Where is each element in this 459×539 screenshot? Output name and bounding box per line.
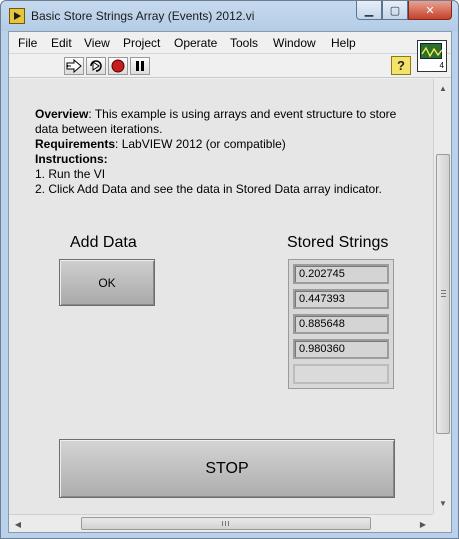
instruction-step-1: 1. Run the VI bbox=[35, 167, 106, 181]
pause-button[interactable] bbox=[130, 57, 150, 75]
array-element[interactable]: 0.980360 bbox=[293, 339, 389, 359]
menu-operate[interactable]: Operate bbox=[174, 36, 217, 50]
add-data-label: Add Data bbox=[70, 234, 137, 251]
window-title: Basic Store Strings Array (Events) 2012.… bbox=[31, 9, 255, 23]
scroll-down-arrow-icon[interactable]: ▼ bbox=[435, 495, 451, 511]
caption-buttons: ▁ ▢ ✕ bbox=[356, 1, 452, 21]
labview-window: Basic Store Strings Array (Events) 2012.… bbox=[0, 0, 459, 539]
vertical-scrollbar[interactable]: ▲ ▼ bbox=[433, 79, 451, 514]
front-panel: Overview: This example is using arrays a… bbox=[9, 79, 433, 514]
overview-label: Overview bbox=[35, 107, 89, 121]
run-button[interactable] bbox=[64, 57, 84, 75]
add-data-ok-button[interactable]: OK bbox=[59, 259, 155, 306]
run-continuously-icon bbox=[90, 60, 102, 72]
requirements-text: : LabVIEW 2012 (or compatible) bbox=[115, 137, 286, 151]
stop-button[interactable]: STOP bbox=[59, 439, 395, 498]
scroll-grip-icon bbox=[441, 290, 446, 297]
instructions-text: Overview: This example is using arrays a… bbox=[35, 107, 415, 197]
horizontal-scrollbar[interactable]: ◀ ▶ bbox=[9, 514, 433, 532]
close-button[interactable]: ✕ bbox=[408, 1, 452, 20]
scroll-left-arrow-icon[interactable]: ◀ bbox=[10, 516, 26, 532]
menu-tools[interactable]: Tools bbox=[230, 36, 258, 50]
overview-text: : This example is using arrays and event… bbox=[35, 107, 397, 136]
client-area: File Edit View Project Operate Tools Win… bbox=[8, 31, 452, 533]
array-element[interactable]: 0.447393 bbox=[293, 289, 389, 309]
labview-vi-icon bbox=[9, 8, 25, 24]
title-bar[interactable]: Basic Store Strings Array (Events) 2012.… bbox=[1, 1, 458, 31]
scroll-up-arrow-icon[interactable]: ▲ bbox=[435, 80, 451, 96]
context-help-button[interactable]: ? bbox=[391, 56, 411, 75]
scrollbar-corner bbox=[433, 514, 451, 532]
menu-edit[interactable]: Edit bbox=[51, 36, 72, 50]
array-element-empty[interactable] bbox=[293, 364, 389, 384]
maximize-button[interactable]: ▢ bbox=[382, 1, 408, 20]
abort-button[interactable] bbox=[108, 57, 128, 75]
array-element[interactable]: 0.885648 bbox=[293, 314, 389, 334]
run-continuously-button[interactable] bbox=[86, 57, 106, 75]
instructions-label: Instructions bbox=[35, 152, 104, 166]
instruction-step-2: 2. Click Add Data and see the data in St… bbox=[35, 182, 382, 196]
vi-icon-pane[interactable]: 4 bbox=[417, 40, 447, 72]
stored-strings-label: Stored Strings bbox=[287, 234, 389, 251]
stored-strings-array[interactable]: 0.202745 0.447393 0.885648 0.980360 bbox=[288, 259, 394, 389]
menu-view[interactable]: View bbox=[84, 36, 110, 50]
requirements-label: Requirements bbox=[35, 137, 116, 151]
connector-pane-number: 4 bbox=[439, 61, 444, 70]
abort-stop-icon bbox=[111, 59, 125, 73]
scroll-right-arrow-icon[interactable]: ▶ bbox=[415, 516, 431, 532]
menu-file[interactable]: File bbox=[18, 36, 37, 50]
vi-waveform-icon bbox=[420, 43, 443, 59]
toolbar: ? 4 bbox=[9, 40, 451, 78]
menu-window[interactable]: Window bbox=[273, 36, 316, 50]
vertical-scroll-thumb[interactable] bbox=[436, 154, 450, 434]
menu-help[interactable]: Help bbox=[331, 36, 356, 50]
array-element[interactable]: 0.202745 bbox=[293, 264, 389, 284]
run-arrow-icon bbox=[66, 59, 82, 73]
menu-project[interactable]: Project bbox=[123, 36, 160, 50]
scroll-grip-icon bbox=[222, 521, 229, 526]
pause-icon bbox=[136, 61, 144, 71]
menu-bar: File Edit View Project Operate Tools Win… bbox=[9, 32, 451, 54]
minimize-button[interactable]: ▁ bbox=[356, 1, 382, 20]
horizontal-scroll-thumb[interactable] bbox=[81, 517, 371, 530]
